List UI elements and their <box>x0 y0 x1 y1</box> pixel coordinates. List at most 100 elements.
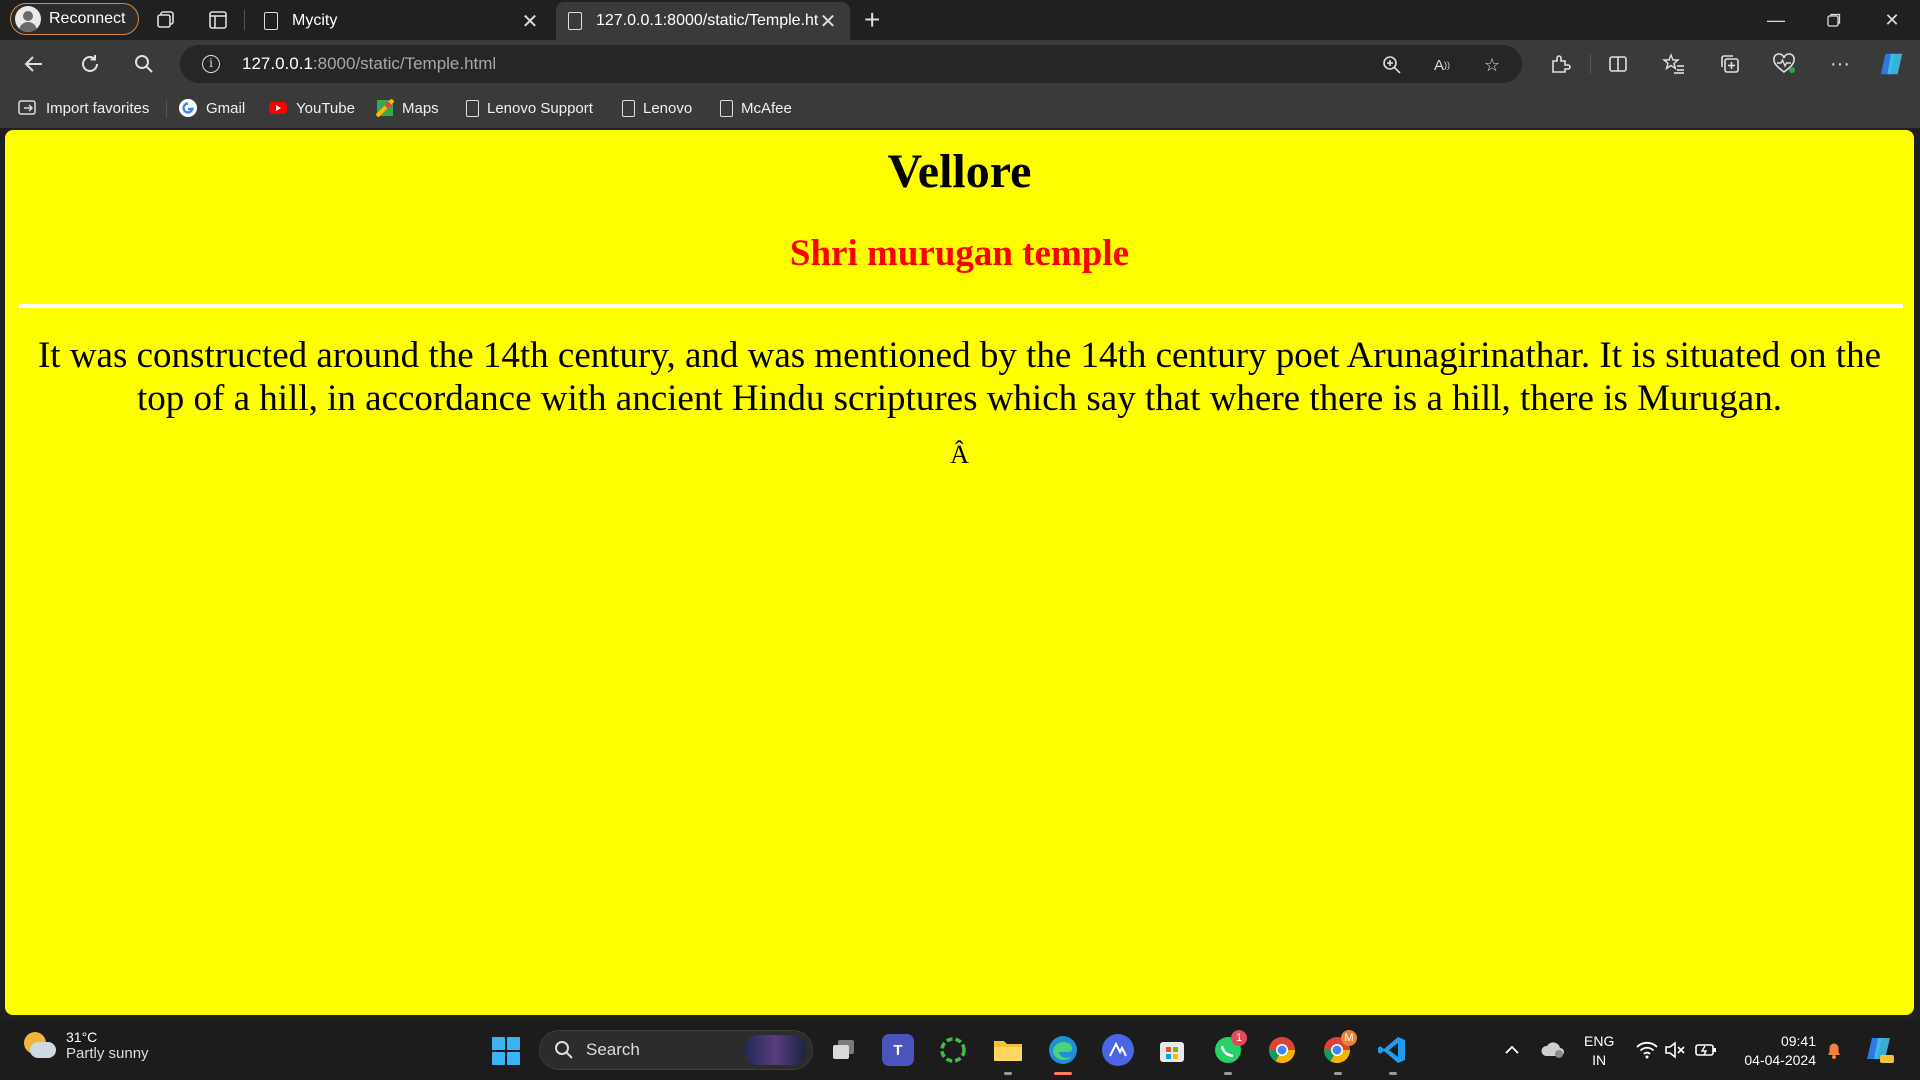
collections-icon[interactable] <box>1716 50 1744 78</box>
chrome-icon[interactable] <box>1266 1034 1298 1066</box>
toolbar-divider <box>1590 54 1591 74</box>
site-info-icon[interactable]: i <box>202 55 220 73</box>
search-highlight-image <box>744 1035 806 1065</box>
copilot-icon[interactable] <box>1878 50 1906 78</box>
profile-badge: M <box>1341 1030 1357 1046</box>
restore-icon[interactable] <box>1806 0 1862 40</box>
vertical-tabs-icon[interactable] <box>206 8 230 32</box>
tab-temple[interactable]: 127.0.0.1:8000/static/Temple.html ✕ <box>556 2 850 40</box>
clock-time: 09:41 <box>1780 1033 1816 1049</box>
start-icon[interactable] <box>492 1037 520 1065</box>
battery-icon[interactable] <box>1694 1020 1718 1080</box>
navigation-toolbar: i 127.0.0.1:8000/static/Temple.html A)) … <box>0 40 1920 88</box>
partly-sunny-icon <box>22 1028 56 1062</box>
maps-icon <box>376 99 394 117</box>
notification-badge: 1 <box>1231 1030 1247 1046</box>
bookmark-gmail[interactable]: Gmail <box>178 96 245 120</box>
bookmark-youtube[interactable]: YouTube <box>268 96 355 120</box>
lang-line1: ENG <box>1584 1033 1615 1049</box>
bookmark-lenovo-support[interactable]: Lenovo Support <box>466 96 593 120</box>
url-path: :8000/static/Temple.html <box>312 54 497 73</box>
favorite-star-icon[interactable]: ☆ <box>1480 53 1504 77</box>
weather-desc: Partly sunny <box>66 1044 149 1062</box>
taskbar-search[interactable]: Search <box>539 1030 813 1070</box>
task-view-icon[interactable] <box>828 1034 860 1066</box>
favorites-icon[interactable] <box>1660 50 1688 78</box>
page-subheading: Shri murugan temple <box>789 233 1130 274</box>
page-icon <box>622 99 635 117</box>
vscode-icon[interactable] <box>1376 1034 1408 1066</box>
browser-essentials-icon[interactable] <box>1770 50 1798 78</box>
sync-app-icon[interactable] <box>937 1034 969 1066</box>
page-icon <box>720 99 733 117</box>
page-icon <box>264 12 278 30</box>
wifi-icon[interactable] <box>1636 1020 1658 1080</box>
temple-description: It was constructed around the 14th centu… <box>37 335 1881 419</box>
new-tab-icon[interactable]: + <box>864 4 880 36</box>
bookmark-label: McAfee <box>741 99 792 117</box>
clock[interactable]: 09:41 04-04-2024 <box>1728 1032 1816 1070</box>
profile-button[interactable]: Reconnect <box>10 3 139 35</box>
address-bar[interactable]: i 127.0.0.1:8000/static/Temple.html A)) … <box>180 45 1522 83</box>
more-options-icon[interactable]: ··· <box>1826 50 1854 78</box>
close-tab-icon[interactable]: ✕ <box>520 9 540 34</box>
tab-title: Mycity <box>292 12 338 29</box>
close-tab-icon[interactable]: ✕ <box>818 9 838 34</box>
split-screen-icon[interactable] <box>1604 50 1632 78</box>
store-icon[interactable] <box>1156 1034 1188 1066</box>
bookmarks-divider <box>166 100 167 118</box>
file-explorer-icon[interactable] <box>992 1034 1024 1066</box>
teams-icon[interactable]: T <box>882 1034 914 1066</box>
weather-widget[interactable]: 31°C Partly sunny <box>22 1028 149 1062</box>
read-aloud-icon[interactable]: A)) <box>1430 53 1454 77</box>
youtube-icon <box>269 102 287 114</box>
extensions-icon[interactable] <box>1546 50 1574 78</box>
bookmark-label: Lenovo Support <box>487 99 593 117</box>
page-icon <box>568 12 582 30</box>
input-language[interactable]: ENG IN <box>1584 1032 1614 1070</box>
url-host: 127.0.0.1 <box>242 54 313 73</box>
zoom-icon[interactable] <box>1380 53 1404 77</box>
workspaces-icon[interactable] <box>154 8 178 32</box>
title-bar: Reconnect Mycity ✕ 127.0.0.1:8000/static… <box>0 0 1920 40</box>
page-heading: Vellore <box>887 145 1032 198</box>
google-icon <box>179 99 197 117</box>
taskbar: 31°C Partly sunny Search T 1 M ENG IN 09… <box>0 1020 1920 1080</box>
bookmark-import-favorites[interactable]: Import favorites <box>18 96 149 120</box>
onedrive-icon[interactable] <box>1540 1020 1566 1080</box>
bookmark-label: YouTube <box>296 99 355 117</box>
minimize-icon[interactable]: — <box>1748 0 1804 40</box>
volume-muted-icon[interactable] <box>1664 1020 1686 1080</box>
running-indicator <box>1004 1072 1012 1075</box>
import-icon <box>18 100 36 115</box>
running-indicator <box>1334 1072 1342 1075</box>
bookmark-label: Lenovo <box>643 99 693 117</box>
bookmark-label: Import favorites <box>46 99 150 117</box>
copilot-taskbar-icon[interactable] <box>1102 1034 1134 1066</box>
refresh-icon[interactable] <box>76 50 104 78</box>
close-window-icon[interactable]: ✕ <box>1864 0 1920 40</box>
tab-mycity[interactable]: Mycity ✕ <box>252 2 552 40</box>
copilot-preview-icon[interactable] <box>1864 1020 1896 1080</box>
notifications-bell-icon[interactable] <box>1824 1020 1844 1080</box>
show-hidden-icons-icon[interactable] <box>1504 1020 1520 1080</box>
back-icon[interactable] <box>20 50 48 78</box>
lang-line2: IN <box>1592 1052 1607 1068</box>
stray-character: Â <box>950 440 969 469</box>
bookmark-maps[interactable]: Maps <box>376 96 439 120</box>
url-text[interactable]: 127.0.0.1:8000/static/Temple.html <box>242 54 496 74</box>
horizontal-rule <box>19 304 1903 308</box>
bookmark-mcafee[interactable]: McAfee <box>720 96 792 120</box>
bookmark-label: Gmail <box>206 99 246 117</box>
tab-title: 127.0.0.1:8000/static/Temple.html <box>596 12 818 29</box>
bookmark-label: Maps <box>402 99 439 117</box>
search-icon[interactable] <box>130 50 158 78</box>
active-app-indicator <box>1054 1072 1072 1075</box>
edge-icon[interactable] <box>1047 1034 1079 1066</box>
search-label: Search <box>586 1040 640 1059</box>
bookmark-lenovo[interactable]: Lenovo <box>622 96 692 120</box>
search-icon <box>555 1041 573 1059</box>
tab-divider <box>244 10 245 30</box>
avatar-icon <box>15 6 41 32</box>
page-viewport: Vellore Shri murugan temple It was const… <box>5 130 1914 1015</box>
